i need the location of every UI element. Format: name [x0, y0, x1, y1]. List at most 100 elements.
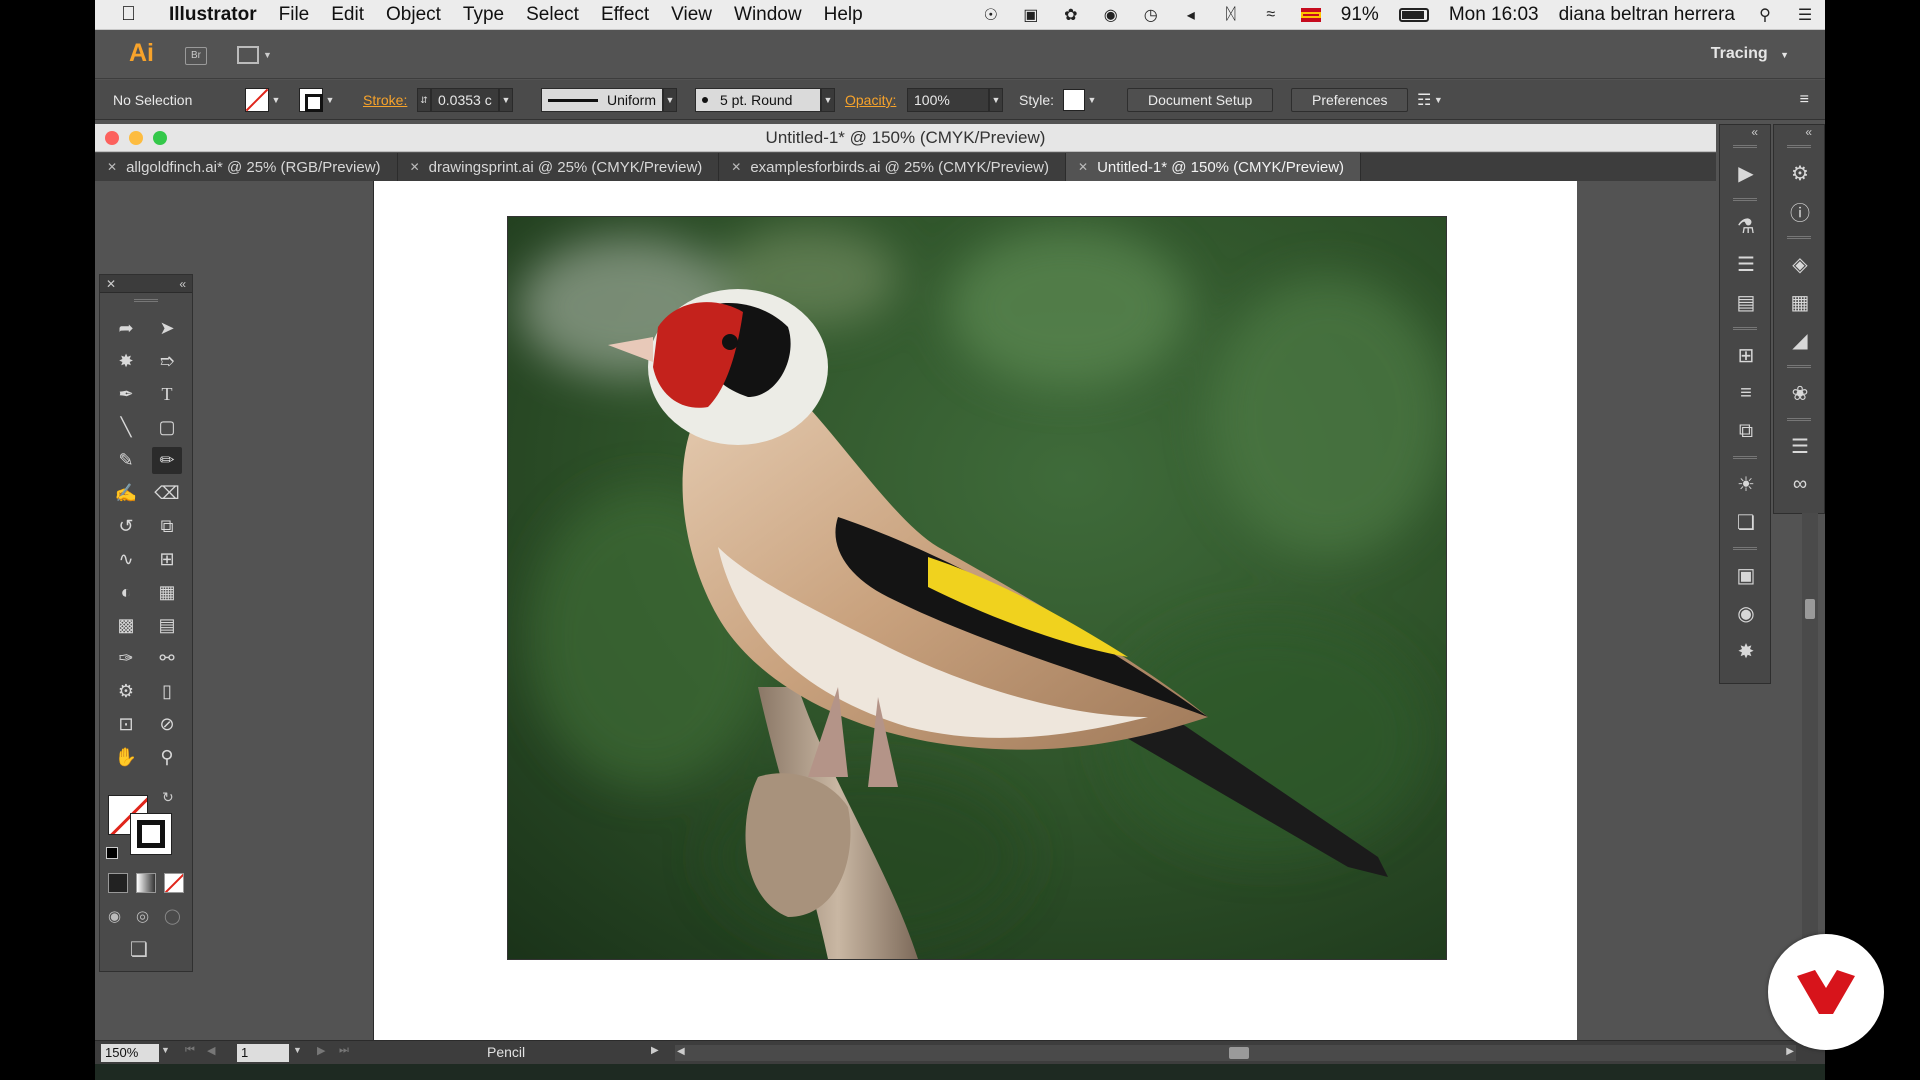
airdrop-icon[interactable]: ☉ [981, 5, 1001, 25]
panel-grip[interactable] [1787, 236, 1811, 239]
pathfinder-panel-icon[interactable]: ⧉ [1720, 412, 1772, 450]
input-flag-icon[interactable] [1300, 8, 1321, 22]
column-graph-tool-icon[interactable]: ▯ [152, 678, 182, 705]
gradient-mode-icon[interactable] [136, 873, 156, 893]
chevron-down-icon[interactable]: ▼ [323, 88, 337, 112]
line-segment-tool-icon[interactable]: ╲ [111, 414, 141, 441]
type-tool-icon[interactable]: T [152, 381, 182, 408]
graphic-style-swatch[interactable] [1063, 89, 1085, 111]
width-tool-icon[interactable]: ∿ [111, 546, 141, 573]
gradient-panel-icon[interactable]: ▤ [1720, 283, 1772, 321]
tab-examplesforbirds[interactable]: ✕ examplesforbirds.ai @ 25% (CMYK/Previe… [719, 153, 1066, 181]
panel-grip[interactable] [1787, 145, 1811, 148]
artboard[interactable] [373, 181, 1577, 1040]
panel-grip[interactable] [1787, 418, 1811, 421]
chevron-down-icon[interactable]: ▼ [269, 88, 283, 112]
first-artboard-icon[interactable]: ⏮ [185, 1044, 195, 1057]
panel-grip[interactable] [1733, 327, 1757, 330]
graphic-styles-icon[interactable]: ❏ [1720, 503, 1772, 541]
menu-window[interactable]: Window [723, 4, 813, 26]
draw-behind-icon[interactable]: ◎ [136, 907, 149, 925]
panel-menu-icon[interactable]: ≡ [1800, 88, 1809, 112]
menu-select[interactable]: Select [515, 4, 590, 26]
pen-tool-icon[interactable]: ✒ [111, 381, 141, 408]
navigator-icon[interactable]: ⚙ [1774, 154, 1825, 192]
color-mode-icon[interactable] [108, 873, 128, 893]
default-colors-icon[interactable] [106, 847, 118, 859]
swatches-panel-icon[interactable]: ▦ [1774, 283, 1825, 321]
draw-normal-icon[interactable]: ◉ [108, 907, 121, 925]
perspective-grid-tool-icon[interactable]: ▦ [152, 579, 182, 606]
collapse-panel-icon[interactable]: « [179, 277, 186, 291]
vertical-scroll-thumb[interactable] [1805, 599, 1815, 619]
chevron-down-icon[interactable]: ▼ [1085, 88, 1099, 112]
chevron-down-icon[interactable]: ▼ [499, 88, 513, 112]
mesh-tool-icon[interactable]: ▩ [111, 612, 141, 639]
bridge-button[interactable]: Br [185, 47, 207, 65]
symbols-panel-icon[interactable]: ❀ [1774, 374, 1825, 412]
stroke-panel-icon[interactable]: ☰ [1720, 245, 1772, 283]
image-trace-icon[interactable]: ▣ [1720, 556, 1772, 594]
transparency-panel-icon[interactable]: ◢ [1774, 321, 1825, 359]
stroke-weight-input[interactable]: 0.0353 c [431, 88, 499, 112]
appearance-panel-icon[interactable]: ☀ [1720, 465, 1772, 503]
menu-object[interactable]: Object [375, 4, 452, 26]
close-window-button[interactable] [105, 131, 119, 145]
chevron-down-icon[interactable]: ▼ [161, 1045, 170, 1055]
actions-play-icon[interactable]: ▶ [1720, 154, 1772, 192]
minimize-window-button[interactable] [129, 131, 143, 145]
brushes-icon[interactable]: ⚗ [1720, 207, 1772, 245]
time-machine-icon[interactable]: ◷ [1141, 5, 1161, 25]
links-panel-icon[interactable]: ∞ [1774, 465, 1825, 503]
scroll-left-icon[interactable]: ◀ [677, 1046, 685, 1057]
close-tab-icon[interactable]: ✕ [107, 160, 117, 174]
control-bar-options-icon[interactable]: ☶ [1417, 90, 1431, 110]
chevron-down-icon[interactable]: ▼ [1431, 88, 1445, 112]
disk-icon[interactable]: ▣ [1021, 5, 1041, 25]
eraser-tool-icon[interactable]: ⌫ [152, 480, 182, 507]
chevron-down-icon[interactable]: ▼ [293, 1045, 302, 1055]
direct-selection-tool-icon[interactable]: ➤ [152, 315, 182, 342]
shaper-tool-icon[interactable]: ✍ [111, 480, 141, 507]
menu-help[interactable]: Help [813, 4, 874, 26]
close-tab-icon[interactable]: ✕ [410, 160, 420, 174]
selection-tool-icon[interactable]: ➦ [111, 315, 141, 342]
zoom-level-input[interactable]: 150% [101, 1044, 159, 1062]
stroke-color-box[interactable] [130, 813, 172, 855]
stroke-panel-link[interactable]: Stroke: [363, 88, 407, 112]
record-icon[interactable]: ◉ [1101, 5, 1121, 25]
canvas-area[interactable] [95, 181, 1716, 1040]
panel-grip[interactable] [1787, 365, 1811, 368]
panel-grip[interactable] [1733, 456, 1757, 459]
bluetooth-icon[interactable]: ᛞ [1221, 5, 1241, 25]
eyedropper-tool-icon[interactable]: ✑ [111, 645, 141, 672]
battery-icon[interactable] [1398, 8, 1429, 22]
panel-grip[interactable] [1733, 547, 1757, 550]
fill-swatch[interactable] [245, 88, 269, 112]
chevron-down-icon[interactable]: ▼ [663, 88, 677, 112]
spotlight-search-icon[interactable]: ⚲ [1755, 5, 1775, 25]
hand-tool-icon[interactable]: ✋ [111, 744, 141, 771]
panel-grip[interactable] [1733, 198, 1757, 201]
shape-builder-tool-icon[interactable]: ◐ [111, 579, 141, 606]
creative-cloud-icon[interactable]: ✿ [1061, 5, 1081, 25]
slice-tool-icon[interactable]: ⊘ [152, 711, 182, 738]
zoom-window-button[interactable] [153, 131, 167, 145]
blend-tool-icon[interactable]: ⚯ [152, 645, 182, 672]
chevron-down-icon[interactable]: ▼ [821, 88, 835, 112]
wifi-icon[interactable]: ≈ [1261, 5, 1281, 25]
zoom-tool-icon[interactable]: ⚲ [152, 744, 182, 771]
screen-mode-icon[interactable]: ❏ [130, 937, 148, 962]
menu-app-name[interactable]: Illustrator [151, 4, 268, 26]
menu-file[interactable]: File [268, 4, 321, 26]
opacity-input[interactable]: 100% [907, 88, 989, 112]
collapse-panel-icon[interactable]: « [1774, 125, 1824, 139]
workspace-switcher[interactable]: Tracing ▼ [1711, 45, 1789, 63]
draw-inside-icon[interactable]: ◯ [164, 907, 181, 925]
color-panel-icon[interactable]: ◈ [1774, 245, 1825, 283]
apple-icon[interactable]:  [121, 3, 151, 26]
panel-grip[interactable] [134, 299, 158, 302]
menu-edit[interactable]: Edit [320, 4, 375, 26]
gradient-tool-icon[interactable]: ▤ [152, 612, 182, 639]
brush-definition[interactable]: 5 pt. Round [695, 88, 821, 112]
